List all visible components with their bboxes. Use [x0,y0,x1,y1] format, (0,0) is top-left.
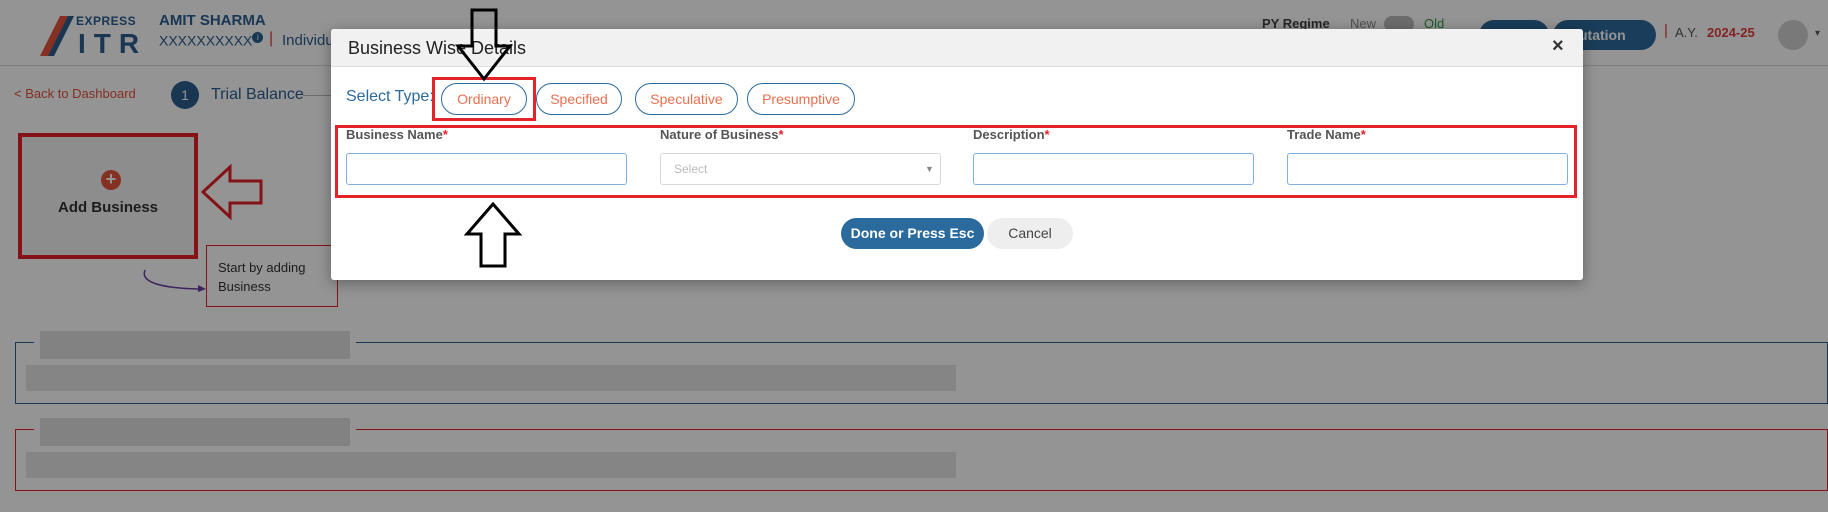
cancel-button[interactable]: Cancel [987,218,1073,249]
required-mark: * [1360,127,1366,142]
required-mark: * [1044,127,1050,142]
required-mark: * [442,127,448,142]
select-type-label: Select Type: [346,88,434,105]
modal-header: Business Wise Details × [331,29,1583,67]
description-label-text: Description [973,127,1045,142]
annotation-down-arrow-icon [455,8,513,82]
done-button[interactable]: Done or Press Esc [841,218,984,249]
business-name-label: Business Name* [346,127,448,142]
nature-of-business-label-text: Nature of Business [660,127,779,142]
required-mark: * [778,127,784,142]
business-name-input[interactable] [346,153,627,185]
type-ordinary-button[interactable]: Ordinary [441,83,527,115]
close-icon[interactable]: × [1552,35,1564,58]
chevron-down-icon: ▼ [925,164,934,174]
business-name-label-text: Business Name [346,127,443,142]
type-specified-button[interactable]: Specified [536,83,622,115]
description-label: Description* [973,127,1050,142]
annotation-up-arrow-icon [464,202,522,268]
type-speculative-button[interactable]: Speculative [635,83,738,115]
description-input[interactable] [973,153,1254,185]
trade-name-label: Trade Name* [1287,127,1366,142]
type-presumptive-button[interactable]: Presumptive [747,83,855,115]
trade-name-label-text: Trade Name [1287,127,1361,142]
nature-of-business-select[interactable]: Select ▼ [660,153,941,185]
nature-of-business-label: Nature of Business* [660,127,784,142]
nature-of-business-placeholder: Select [674,162,708,176]
trade-name-input[interactable] [1287,153,1568,185]
